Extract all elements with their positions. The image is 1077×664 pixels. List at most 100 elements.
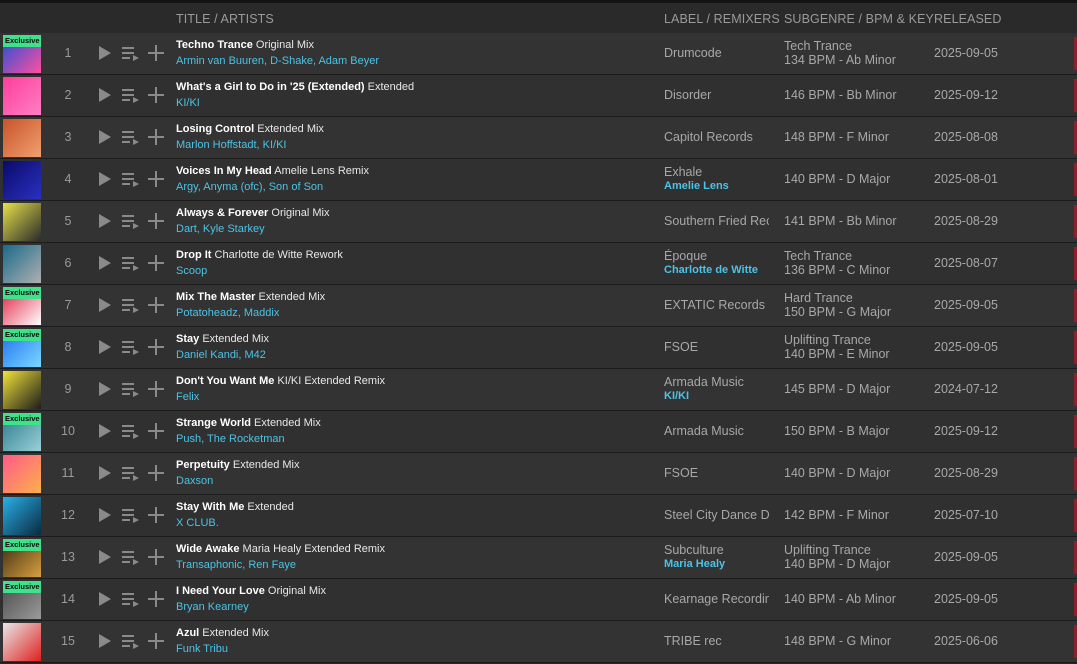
track-artists[interactable]: Daxson — [176, 475, 213, 487]
track-subgenre[interactable]: Tech Trance — [784, 39, 896, 53]
add-to-queue-icon[interactable] — [122, 256, 140, 271]
add-to-playlist-icon[interactable] — [148, 465, 164, 481]
table-row[interactable]: 11 Perpetuity Extended Mix Daxson FSOE 1… — [0, 453, 1077, 495]
track-subgenre[interactable]: Hard Trance — [784, 291, 891, 305]
add-to-queue-icon[interactable] — [122, 214, 140, 229]
add-to-playlist-icon[interactable] — [148, 45, 164, 61]
table-row[interactable]: Exclusive 14 I Need Your Love Original M… — [0, 579, 1077, 621]
track-artists[interactable]: X CLUB. — [176, 517, 219, 529]
track-title-line[interactable]: What's a Girl to Do in '25 (Extended) Ex… — [176, 81, 414, 93]
table-row[interactable]: Exclusive 13 Wide Awake Maria Healy Exte… — [0, 537, 1077, 579]
track-title[interactable]: What's a Girl to Do in '25 (Extended) — [176, 81, 365, 93]
track-artists[interactable]: Dart, Kyle Starkey — [176, 223, 265, 235]
track-title[interactable]: Strange World — [176, 417, 251, 429]
add-to-queue-icon[interactable] — [122, 340, 140, 355]
table-row[interactable]: 2 What's a Girl to Do in '25 (Extended) … — [0, 75, 1077, 117]
track-artwork[interactable] — [3, 245, 41, 283]
add-to-queue-icon[interactable] — [122, 634, 140, 649]
track-label[interactable]: Drumcode — [664, 46, 769, 60]
track-label[interactable]: Kearnage Recordings — [664, 592, 769, 606]
track-artists[interactable]: Argy, Anyma (ofc), Son of Son — [176, 181, 323, 193]
track-title-line[interactable]: Voices In My Head Amelie Lens Remix — [176, 165, 369, 177]
track-label[interactable]: Subculture — [664, 543, 769, 557]
play-icon[interactable] — [98, 465, 112, 481]
track-label[interactable]: EXTATIC Records — [664, 298, 769, 312]
track-title[interactable]: Always & Forever — [176, 207, 268, 219]
track-label[interactable]: FSOE — [664, 340, 769, 354]
play-icon[interactable] — [98, 213, 112, 229]
play-icon[interactable] — [98, 171, 112, 187]
track-label[interactable]: Armada Music — [664, 375, 769, 389]
track-title-line[interactable]: Techno Trance Original Mix — [176, 39, 314, 51]
add-to-queue-icon[interactable] — [122, 46, 140, 61]
add-to-playlist-icon[interactable] — [148, 213, 164, 229]
track-artwork[interactable] — [3, 161, 41, 199]
track-title-line[interactable]: Don't You Want Me KI/KI Extended Remix — [176, 375, 385, 387]
track-title[interactable]: Don't You Want Me — [176, 375, 274, 387]
track-title[interactable]: Stay With Me — [176, 501, 244, 513]
add-to-queue-icon[interactable] — [122, 508, 140, 523]
col-header-title[interactable]: TITLE / ARTISTS — [176, 12, 274, 26]
add-to-queue-icon[interactable] — [122, 550, 140, 565]
track-label[interactable]: Capitol Records — [664, 130, 769, 144]
track-artists[interactable]: Felix — [176, 391, 199, 403]
table-row[interactable]: 6 Drop It Charlotte de Witte Rework Scoo… — [0, 243, 1077, 285]
track-title-line[interactable]: Wide Awake Maria Healy Extended Remix — [176, 543, 385, 555]
table-row[interactable]: Exclusive 10 Strange World Extended Mix … — [0, 411, 1077, 453]
add-to-queue-icon[interactable] — [122, 298, 140, 313]
track-artists[interactable]: Push, The Rocketman — [176, 433, 285, 445]
track-artwork[interactable]: Exclusive — [3, 413, 41, 451]
col-header-label[interactable]: LABEL / REMIXERS — [664, 12, 780, 26]
track-label[interactable]: Époque — [664, 249, 769, 263]
add-to-playlist-icon[interactable] — [148, 87, 164, 103]
track-artwork[interactable] — [3, 623, 41, 661]
table-row[interactable]: 15 Azul Extended Mix Funk Tribu TRIBE re… — [0, 621, 1077, 663]
track-subgenre[interactable]: Uplifting Trance — [784, 543, 890, 557]
track-artists[interactable]: Daniel Kandi, M42 — [176, 349, 266, 361]
add-to-queue-icon[interactable] — [122, 172, 140, 187]
track-artwork[interactable] — [3, 497, 41, 535]
track-artwork[interactable]: Exclusive — [3, 329, 41, 367]
track-title-line[interactable]: Azul Extended Mix — [176, 627, 269, 639]
track-label[interactable]: Exhale — [664, 165, 769, 179]
add-to-playlist-icon[interactable] — [148, 129, 164, 145]
track-subgenre[interactable]: Tech Trance — [784, 249, 890, 263]
add-to-playlist-icon[interactable] — [148, 297, 164, 313]
add-to-queue-icon[interactable] — [122, 466, 140, 481]
add-to-playlist-icon[interactable] — [148, 633, 164, 649]
track-artists[interactable]: Armin van Buuren, D-Shake, Adam Beyer — [176, 55, 379, 67]
play-icon[interactable] — [98, 297, 112, 313]
add-to-playlist-icon[interactable] — [148, 507, 164, 523]
track-title[interactable]: Wide Awake — [176, 543, 239, 555]
track-artwork[interactable]: Exclusive — [3, 581, 41, 619]
track-title[interactable]: Techno Trance — [176, 39, 253, 51]
track-label[interactable]: Armada Music — [664, 424, 769, 438]
play-icon[interactable] — [98, 129, 112, 145]
track-title-line[interactable]: Stay With Me Extended — [176, 501, 294, 513]
track-title[interactable]: Voices In My Head — [176, 165, 272, 177]
track-subgenre[interactable]: Uplifting Trance — [784, 333, 890, 347]
track-artwork[interactable] — [3, 77, 41, 115]
track-title-line[interactable]: Drop It Charlotte de Witte Rework — [176, 249, 343, 261]
play-icon[interactable] — [98, 45, 112, 61]
track-artists[interactable]: Marlon Hoffstadt, KI/KI — [176, 139, 286, 151]
play-icon[interactable] — [98, 423, 112, 439]
add-to-queue-icon[interactable] — [122, 130, 140, 145]
track-title[interactable]: Mix The Master — [176, 291, 255, 303]
track-title[interactable]: Stay — [176, 333, 199, 345]
track-artwork[interactable] — [3, 455, 41, 493]
track-artists[interactable]: Transaphonic, Ren Faye — [176, 559, 296, 571]
track-remixers[interactable]: Amelie Lens — [664, 180, 729, 192]
add-to-queue-icon[interactable] — [122, 424, 140, 439]
track-artists[interactable]: Scoop — [176, 265, 207, 277]
table-row[interactable]: Exclusive 8 Stay Extended Mix Daniel Kan… — [0, 327, 1077, 369]
add-to-queue-icon[interactable] — [122, 382, 140, 397]
track-title-line[interactable]: Strange World Extended Mix — [176, 417, 321, 429]
track-artwork[interactable]: Exclusive — [3, 35, 41, 73]
track-artwork[interactable] — [3, 371, 41, 409]
play-icon[interactable] — [98, 591, 112, 607]
track-remixers[interactable]: KI/KI — [664, 390, 689, 402]
track-title-line[interactable]: Losing Control Extended Mix — [176, 123, 324, 135]
table-row[interactable]: 12 Stay With Me Extended X CLUB. Steel C… — [0, 495, 1077, 537]
track-title-line[interactable]: I Need Your Love Original Mix — [176, 585, 326, 597]
